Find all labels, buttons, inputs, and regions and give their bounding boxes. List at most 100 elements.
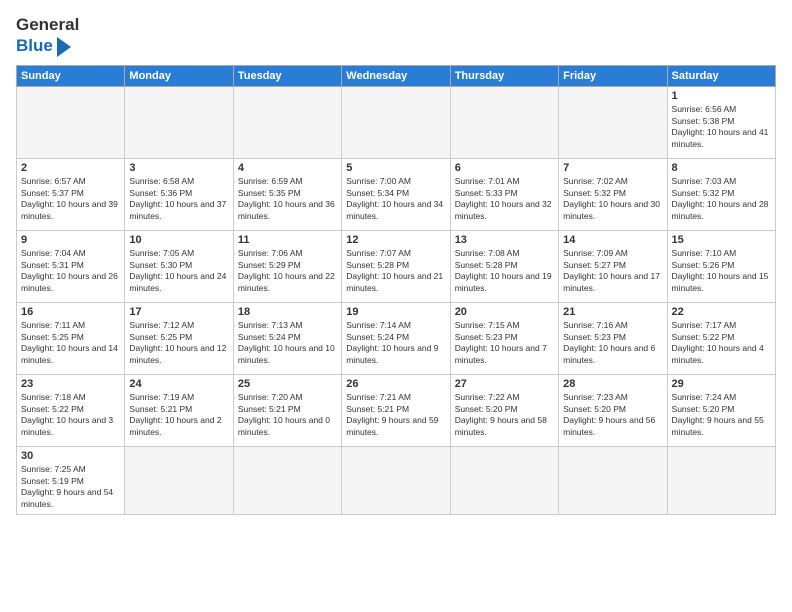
day-number: 22	[672, 306, 771, 318]
day-info: Sunrise: 7:10 AMSunset: 5:26 PMDaylight:…	[672, 248, 771, 296]
day-number: 19	[346, 306, 445, 318]
calendar-week-row: 2Sunrise: 6:57 AMSunset: 5:37 PMDaylight…	[17, 158, 776, 230]
calendar-cell: 7 Sunrise: 7:02 AMSunset: 5:32 PMDaylight…	[559, 158, 667, 230]
day-info: Sunrise: 7:15 AMSunset: 5:23 PMDaylight:…	[455, 320, 554, 368]
day-info: Sunrise: 7:21 AMSunset: 5:21 PMDaylight:…	[346, 392, 445, 440]
day-number: 25	[238, 378, 337, 390]
calendar-cell: 1 Sunrise: 6:56 AMSunset: 5:38 PMDaylight…	[667, 86, 775, 158]
calendar-cell: 14Sunrise: 7:09 AMSunset: 5:27 PMDayligh…	[559, 230, 667, 302]
calendar-cell: 26 Sunrise: 7:21 AMSunset: 5:21 PMDayligh…	[342, 374, 450, 446]
day-number: 10	[129, 234, 228, 246]
calendar-cell: 23Sunrise: 7:18 AMSunset: 5:22 PMDayligh…	[17, 374, 125, 446]
day-info: Sunrise: 7:22 AMSunset: 5:20 PMDaylight:…	[455, 392, 554, 440]
calendar-cell	[17, 86, 125, 158]
calendar-cell: 16 Sunrise: 7:11 AMSunset: 5:25 PMDayligh…	[17, 302, 125, 374]
day-info: Sunrise: 7:17 AMSunset: 5:22 PMDaylight:…	[672, 320, 771, 368]
calendar-cell: 17Sunrise: 7:12 AMSunset: 5:25 PMDayligh…	[125, 302, 233, 374]
day-info: Sunrise: 7:11 AMSunset: 5:25 PMDaylight:…	[21, 320, 120, 368]
weekday-header: Tuesday	[233, 65, 341, 86]
calendar-cell	[559, 86, 667, 158]
day-number: 9	[21, 234, 120, 246]
calendar-cell: 5 Sunrise: 7:00 AMSunset: 5:34 PMDaylight…	[342, 158, 450, 230]
day-number: 7	[563, 162, 662, 174]
calendar-cell: 8 Sunrise: 7:03 AMSunset: 5:32 PMDaylight…	[667, 158, 775, 230]
day-number: 1	[672, 90, 771, 102]
calendar-cell: 6 Sunrise: 7:01 AMSunset: 5:33 PMDaylight…	[450, 158, 558, 230]
day-info: Sunrise: 7:05 AMSunset: 5:30 PMDaylight:…	[129, 248, 228, 296]
calendar-cell	[450, 446, 558, 515]
day-number: 24	[129, 378, 228, 390]
calendar-table: SundayMondayTuesdayWednesdayThursdayFrid…	[16, 65, 776, 516]
day-info: Sunrise: 7:04 AMSunset: 5:31 PMDaylight:…	[21, 248, 120, 296]
calendar-cell: 24 Sunrise: 7:19 AMSunset: 5:21 PMDayligh…	[125, 374, 233, 446]
calendar-cell	[667, 446, 775, 515]
weekday-header: Saturday	[667, 65, 775, 86]
day-number: 21	[563, 306, 662, 318]
day-number: 29	[672, 378, 771, 390]
calendar-cell: 13Sunrise: 7:08 AMSunset: 5:28 PMDayligh…	[450, 230, 558, 302]
day-number: 12	[346, 234, 445, 246]
calendar-cell: 29 Sunrise: 7:24 AMSunset: 5:20 PMDayligh…	[667, 374, 775, 446]
day-info: Sunrise: 7:03 AMSunset: 5:32 PMDaylight:…	[672, 176, 771, 224]
calendar-cell: 18 Sunrise: 7:13 AMSunset: 5:24 PMDayligh…	[233, 302, 341, 374]
day-number: 3	[129, 162, 228, 174]
day-number: 13	[455, 234, 554, 246]
weekday-header: Sunday	[17, 65, 125, 86]
day-info: Sunrise: 7:00 AMSunset: 5:34 PMDaylight:…	[346, 176, 445, 224]
day-info: Sunrise: 7:19 AMSunset: 5:21 PMDaylight:…	[129, 392, 228, 440]
day-number: 6	[455, 162, 554, 174]
day-number: 4	[238, 162, 337, 174]
day-info: Sunrise: 6:56 AMSunset: 5:38 PMDaylight:…	[672, 104, 771, 152]
day-info: Sunrise: 7:09 AMSunset: 5:27 PMDaylight:…	[563, 248, 662, 296]
day-number: 26	[346, 378, 445, 390]
weekday-header: Thursday	[450, 65, 558, 86]
day-info: Sunrise: 7:13 AMSunset: 5:24 PMDaylight:…	[238, 320, 337, 368]
weekday-header: Friday	[559, 65, 667, 86]
day-info: Sunrise: 7:24 AMSunset: 5:20 PMDaylight:…	[672, 392, 771, 440]
calendar-cell: 15 Sunrise: 7:10 AMSunset: 5:26 PMDayligh…	[667, 230, 775, 302]
day-info: Sunrise: 6:58 AMSunset: 5:36 PMDaylight:…	[129, 176, 228, 224]
day-info: Sunrise: 7:07 AMSunset: 5:28 PMDaylight:…	[346, 248, 445, 296]
calendar-cell: 25 Sunrise: 7:20 AMSunset: 5:21 PMDayligh…	[233, 374, 341, 446]
day-info: Sunrise: 7:02 AMSunset: 5:32 PMDaylight:…	[563, 176, 662, 224]
day-number: 8	[672, 162, 771, 174]
weekday-header-row: SundayMondayTuesdayWednesdayThursdayFrid…	[17, 65, 776, 86]
day-info: Sunrise: 7:25 AMSunset: 5:19 PMDaylight:…	[21, 464, 120, 512]
calendar-cell: 19Sunrise: 7:14 AMSunset: 5:24 PMDayligh…	[342, 302, 450, 374]
calendar-cell	[125, 86, 233, 158]
day-number: 5	[346, 162, 445, 174]
day-number: 27	[455, 378, 554, 390]
day-info: Sunrise: 7:16 AMSunset: 5:23 PMDaylight:…	[563, 320, 662, 368]
calendar-cell	[559, 446, 667, 515]
day-number: 11	[238, 234, 337, 246]
calendar-cell: 10 Sunrise: 7:05 AMSunset: 5:30 PMDayligh…	[125, 230, 233, 302]
calendar-cell: 4 Sunrise: 6:59 AMSunset: 5:35 PMDaylight…	[233, 158, 341, 230]
day-number: 23	[21, 378, 120, 390]
day-info: Sunrise: 6:57 AMSunset: 5:37 PMDaylight:…	[21, 176, 120, 224]
calendar-cell	[125, 446, 233, 515]
day-number: 15	[672, 234, 771, 246]
day-info: Sunrise: 7:12 AMSunset: 5:25 PMDaylight:…	[129, 320, 228, 368]
day-info: Sunrise: 6:59 AMSunset: 5:35 PMDaylight:…	[238, 176, 337, 224]
day-info: Sunrise: 7:06 AMSunset: 5:29 PMDaylight:…	[238, 248, 337, 296]
calendar-cell	[233, 446, 341, 515]
weekday-header: Wednesday	[342, 65, 450, 86]
calendar-cell: 20 Sunrise: 7:15 AMSunset: 5:23 PMDayligh…	[450, 302, 558, 374]
logo: General Blue	[16, 16, 79, 57]
calendar-cell: 9 Sunrise: 7:04 AMSunset: 5:31 PMDaylight…	[17, 230, 125, 302]
calendar-cell: 27 Sunrise: 7:22 AMSunset: 5:20 PMDayligh…	[450, 374, 558, 446]
header: General Blue	[16, 16, 776, 57]
calendar-page: General Blue SundayMondayTuesdayWednesda…	[0, 0, 792, 612]
weekday-header: Monday	[125, 65, 233, 86]
calendar-cell: 2Sunrise: 6:57 AMSunset: 5:37 PMDaylight…	[17, 158, 125, 230]
day-number: 18	[238, 306, 337, 318]
day-info: Sunrise: 7:20 AMSunset: 5:21 PMDaylight:…	[238, 392, 337, 440]
calendar-cell	[342, 446, 450, 515]
day-number: 20	[455, 306, 554, 318]
calendar-week-row: 23Sunrise: 7:18 AMSunset: 5:22 PMDayligh…	[17, 374, 776, 446]
day-info: Sunrise: 7:01 AMSunset: 5:33 PMDaylight:…	[455, 176, 554, 224]
day-number: 28	[563, 378, 662, 390]
day-number: 16	[21, 306, 120, 318]
calendar-cell: 11 Sunrise: 7:06 AMSunset: 5:29 PMDayligh…	[233, 230, 341, 302]
calendar-cell: 28Sunrise: 7:23 AMSunset: 5:20 PMDayligh…	[559, 374, 667, 446]
